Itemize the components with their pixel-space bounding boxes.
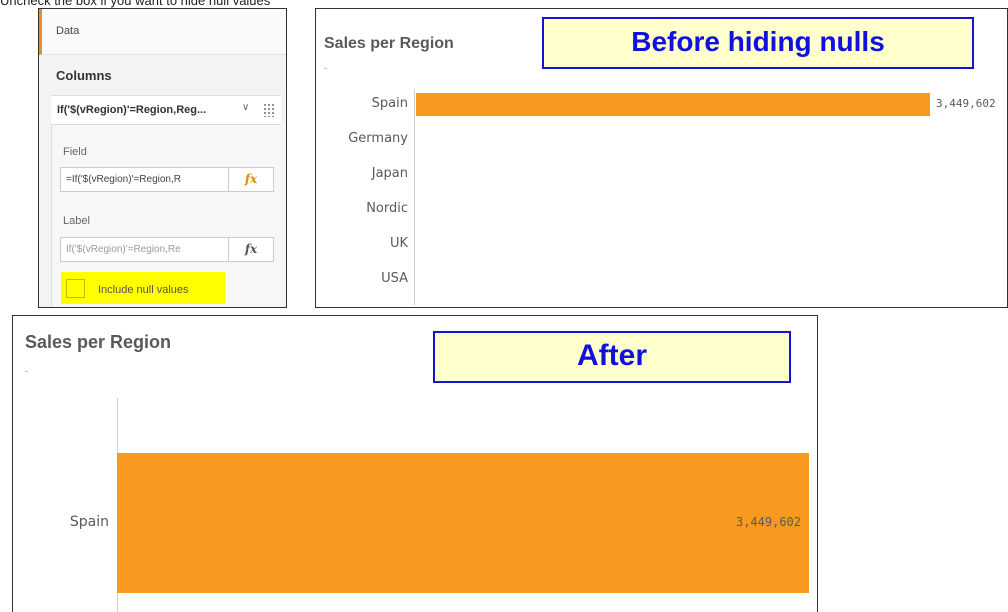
column-item[interactable]: If('$(vRegion)'=Region,Reg... ∨ — [51, 95, 281, 125]
y-axis-line — [414, 89, 415, 305]
columns-title: Columns — [56, 68, 112, 83]
chart-after-hiding-nulls: Sales per Region - After Spain 3,449,602 — [12, 315, 818, 612]
instruction-caption: Uncheck the box if you want to hide null… — [0, 0, 271, 8]
properties-panel: Data Columns If('$(vRegion)'=Region,Reg.… — [38, 8, 287, 308]
field-fx-button[interactable]: fx — [228, 168, 273, 191]
category-label: Spain — [371, 96, 408, 112]
chevron-down-icon[interactable]: ∨ — [242, 102, 249, 113]
category-label: USA — [381, 271, 408, 287]
column-item-label: If('$(vRegion)'=Region,Reg... — [57, 104, 207, 116]
field-expression-value: =If('$(vRegion)'=Region,R — [66, 174, 181, 185]
bar-value-label: 3,449,602 — [936, 97, 996, 111]
drag-handle-icon[interactable] — [263, 103, 275, 117]
chart-title: Sales per Region — [25, 332, 172, 352]
annotation-before: Before hiding nulls — [542, 17, 974, 69]
include-null-label[interactable]: Include null values — [98, 284, 189, 296]
category-label: Germany — [348, 131, 408, 147]
chart-subtitle: - — [25, 366, 28, 376]
include-null-checkbox[interactable] — [66, 279, 85, 298]
category-label: Nordic — [366, 201, 408, 217]
label-label: Label — [63, 215, 90, 227]
label-expression-input[interactable]: If('$(vRegion)'=Region,Re fx — [60, 237, 274, 262]
bar-spain[interactable] — [117, 453, 809, 593]
chart-before-hiding-nulls: Sales per Region - Before hiding nulls S… — [315, 8, 1008, 308]
category-label: UK — [389, 236, 408, 252]
annotation-after: After — [433, 331, 791, 383]
bar-value-label: 3,449,602 — [735, 515, 801, 530]
category-label: Spain — [69, 513, 109, 530]
category-label: Japan — [371, 166, 408, 182]
chart-subtitle: - — [324, 63, 327, 73]
bar-spain[interactable] — [416, 93, 930, 116]
field-label: Field — [63, 146, 87, 158]
label-fx-button[interactable]: fx — [228, 238, 273, 261]
chart-title: Sales per Region — [324, 35, 454, 52]
field-expression-input[interactable]: =If('$(vRegion)'=Region,R fx — [60, 167, 274, 192]
label-expression-placeholder: If('$(vRegion)'=Region,Re — [66, 244, 181, 255]
data-section-header[interactable]: Data — [39, 9, 286, 55]
data-section-label: Data — [56, 25, 80, 37]
